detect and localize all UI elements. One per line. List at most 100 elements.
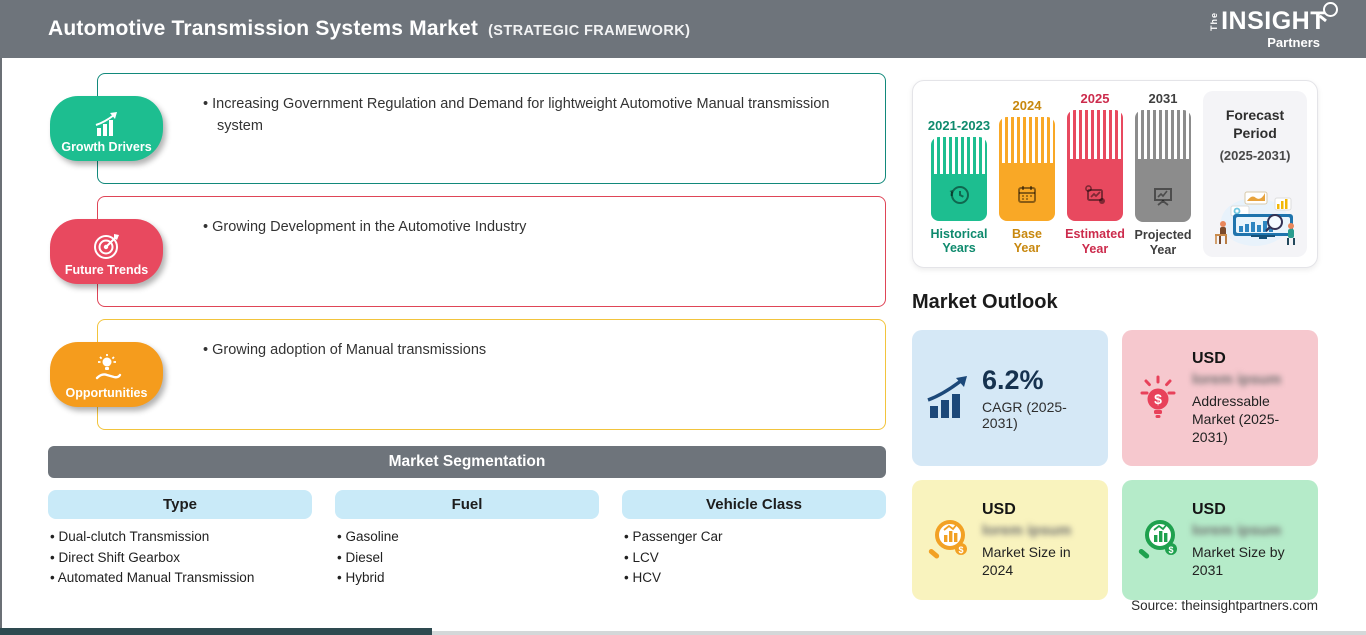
estimated-year-bar (1067, 110, 1123, 222)
addressable-market-card: $ USD lorem ipsum Addressable Market (20… (1122, 330, 1318, 466)
cagr-label: CAGR (2025-2031) (982, 399, 1067, 431)
growth-chart-icon (91, 108, 123, 138)
segment-column-type: Type Dual-clutch Transmission Direct Shi… (48, 490, 312, 589)
list-item: Automated Manual Transmission (50, 568, 312, 589)
analytics-monitor-icon (1082, 182, 1108, 213)
column-header: Type (48, 490, 312, 519)
growth-drivers-row: Increasing Government Regulation and Dem… (48, 73, 886, 184)
market-size-2031-text: USD lorem ipsum Market Size by 2031 (1192, 501, 1306, 579)
list-item: Hybrid (337, 568, 599, 589)
bar-year: 2025 (1080, 91, 1110, 106)
logo-insight: INSIGHT (1221, 7, 1326, 35)
list-item: Direct Shift Gearbox (50, 548, 312, 569)
cagr-text: 6.2% CAGR (2025-2031) (982, 365, 1096, 431)
cagr-value: 6.2% (982, 365, 1044, 395)
historical-bar (931, 137, 987, 221)
title-wrap: Automotive Transmission Systems Market (… (48, 17, 690, 41)
hand-bulb-icon (91, 354, 123, 384)
estimated-year-bar-group: 2025 Estimated Year (1065, 91, 1125, 257)
magnifier-icon (1323, 2, 1338, 17)
bottom-bar-light (432, 631, 1366, 635)
page-subtitle: (STRATEGIC FRAMEWORK) (488, 23, 691, 39)
market-size-2024-card: $ USD lorem ipsum Market Size in 2024 (912, 480, 1108, 600)
base-year-bar (999, 117, 1055, 221)
bar-year: 2031 (1148, 91, 1178, 106)
insight-partners-logo: The INSIGHT Partners (1209, 2, 1338, 50)
opportunities-row: Growing adoption of Manual transmissions… (48, 319, 886, 430)
blurred-value: lorem ipsum (1192, 521, 1282, 539)
logo-partners: Partners (1267, 35, 1320, 50)
blurred-value: lorem ipsum (982, 521, 1072, 539)
bar-label: Historical Years (930, 227, 988, 256)
bar-solid (1135, 159, 1191, 223)
cagr-card: 6.2% CAGR (2025-2031) (912, 330, 1108, 466)
type-list: Dual-clutch Transmission Direct Shift Ge… (48, 527, 312, 589)
timeline-bars: 2021-2023 Historical Years 2024 Base Yea… (923, 91, 1192, 257)
bar-stripes (931, 137, 987, 174)
badge-label: Opportunities (65, 386, 148, 400)
magnifier-chart-icon: $ (922, 516, 974, 564)
market-segmentation-bar: Market Segmentation (48, 446, 886, 478)
currency-label: USD (1192, 349, 1226, 367)
bar-label: Estimated Year (1065, 227, 1125, 256)
list-item: Diesel (337, 548, 599, 569)
segment-column-vehicle-class: Vehicle Class Passenger Car LCV HCV (622, 490, 886, 589)
bar-year: 2024 (1012, 98, 1042, 113)
future-trends-list: Growing Development in the Automotive In… (203, 217, 859, 239)
bar-label: Base Year (1012, 227, 1042, 256)
source-attribution: Source: theinsightpartners.com (1131, 598, 1318, 613)
list-item: Passenger Car (624, 527, 886, 548)
bar-stripes (1067, 110, 1123, 160)
column-header: Vehicle Class (622, 490, 886, 519)
bar-solid (999, 162, 1055, 221)
projected-year-bar (1135, 110, 1191, 223)
market-outlook-title: Market Outlook (912, 291, 1058, 313)
vehicle-class-list: Passenger Car LCV HCV (622, 527, 886, 589)
addressable-market-text: USD lorem ipsum Addressable Market (2025… (1192, 350, 1306, 447)
projector-screen-icon (1150, 183, 1176, 214)
growth-drivers-badge: Growth Drivers (50, 96, 163, 161)
logo-row: The INSIGHT (1209, 2, 1338, 35)
column-header: Fuel (335, 490, 599, 519)
projected-year-bar-group: 2031 Projected Year (1135, 91, 1192, 257)
market-outlook-cards: 6.2% CAGR (2025-2031) $ USD lorem ipsum … (912, 330, 1318, 600)
svg-text:$: $ (1154, 391, 1162, 407)
bar-year: 2021-2023 (927, 118, 991, 133)
opportunities-box: Growing adoption of Manual transmissions (97, 319, 886, 430)
svg-text:$: $ (1168, 545, 1173, 555)
list-item: Growing adoption of Manual transmissions (203, 340, 859, 362)
segment-column-fuel: Fuel Gasoline Diesel Hybrid (335, 490, 599, 589)
segmentation-columns: Type Dual-clutch Transmission Direct Shi… (48, 490, 886, 589)
infographic-page: Automotive Transmission Systems Market (… (0, 0, 1366, 635)
list-item: HCV (624, 568, 886, 589)
badge-label: Future Trends (64, 263, 149, 277)
calendar-icon (1014, 182, 1040, 213)
currency-label: USD (982, 500, 1016, 518)
card-label: Market Size in 2024 (982, 543, 1071, 578)
currency-label: USD (1192, 500, 1226, 518)
analysts-illustration (1209, 184, 1301, 253)
blurred-value: lorem ipsum (1192, 370, 1282, 388)
historical-years-bar-group: 2021-2023 Historical Years (927, 91, 991, 257)
bar-stripes (1135, 110, 1191, 160)
forecast-period-title: Forecast Period (1225, 107, 1285, 141)
header-bar: Automotive Transmission Systems Market (… (0, 0, 1366, 58)
badge-label: Growth Drivers (61, 140, 152, 154)
base-year-bar-group: 2024 Base Year (999, 91, 1055, 257)
logo-the: The (1209, 11, 1220, 31)
future-trends-row: Growing Development in the Automotive In… (48, 196, 886, 307)
list-item: Growing Development in the Automotive In… (203, 217, 859, 239)
card-label: Market Size by 2031 (1192, 543, 1285, 578)
market-segmentation-title: Market Segmentation (388, 453, 546, 470)
clock-history-icon (946, 182, 972, 213)
svg-text:$: $ (958, 545, 963, 555)
bar-solid (1067, 159, 1123, 222)
bottom-bar-dark (0, 628, 432, 635)
list-item: Dual-clutch Transmission (50, 527, 312, 548)
fuel-list: Gasoline Diesel Hybrid (335, 527, 599, 589)
driver-sections: Increasing Government Regulation and Dem… (48, 73, 886, 442)
growth-drivers-list: Increasing Government Regulation and Dem… (203, 94, 859, 138)
forecast-period-range: (2025-2031) (1219, 148, 1291, 163)
page-title: Automotive Transmission Systems Market (48, 17, 479, 40)
bar-stripes (999, 117, 1055, 163)
